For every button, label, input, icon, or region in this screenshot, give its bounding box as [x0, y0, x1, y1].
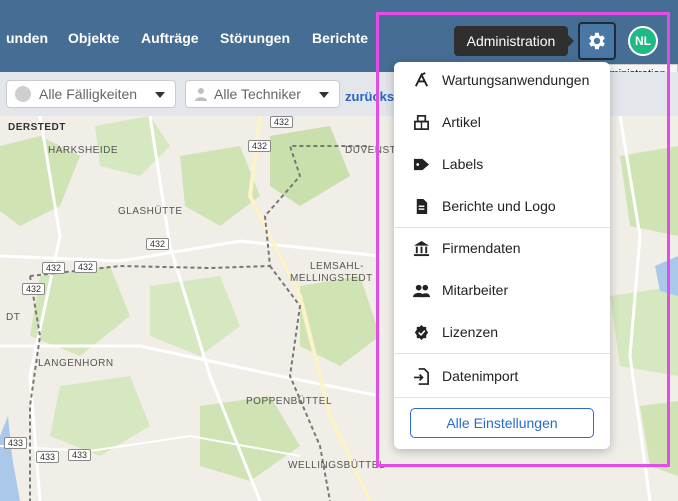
menu-divider	[394, 227, 610, 228]
place-label: DERSTEDT	[8, 122, 66, 133]
maintenance-icon	[412, 71, 430, 89]
badge-icon	[412, 323, 430, 341]
menu-item-mitarbeiter[interactable]: Mitarbeiter	[394, 272, 610, 308]
menu-item-label: Lizenzen	[442, 324, 499, 340]
nav-item-auftraege[interactable]: Aufträge	[141, 30, 199, 46]
all-settings-button[interactable]: Alle Einstellungen	[410, 408, 594, 438]
menu-item-artikel[interactable]: Artikel	[394, 104, 610, 140]
nav-item-berichte[interactable]: Berichte	[312, 30, 368, 46]
menu-item-lizenzen[interactable]: Lizenzen	[394, 314, 610, 350]
place-label: LANGENHORN	[38, 358, 114, 369]
menu-item-wartungsanwendungen[interactable]: Wartungsanwendungen	[394, 62, 610, 98]
menu-divider	[394, 353, 610, 354]
menu-item-label: Berichte und Logo	[442, 198, 556, 214]
chevron-down-icon	[319, 92, 329, 98]
menu-item-firmendaten[interactable]: Firmendaten	[394, 230, 610, 266]
menu-item-datenimport[interactable]: Datenimport	[394, 358, 610, 394]
menu-item-label: Wartungsanwendungen	[442, 72, 590, 88]
document-icon	[412, 197, 430, 215]
menu-item-label: Firmendaten	[442, 240, 521, 256]
road-sign: 432	[22, 283, 46, 295]
users-icon	[412, 281, 430, 299]
road-sign: 433	[68, 449, 92, 461]
road-sign: 432	[74, 261, 98, 273]
nav-item-objekte[interactable]: Objekte	[68, 30, 119, 46]
nav-item-stoerungen[interactable]: Störungen	[220, 30, 290, 46]
person-icon	[195, 88, 207, 101]
place-label: MELLINGSTEDT	[290, 273, 373, 284]
place-label: GLASHÜTTE	[118, 206, 183, 217]
due-filter-select[interactable]: Alle Fälligkeiten	[6, 80, 176, 108]
menu-item-label: Datenimport	[442, 368, 519, 384]
administration-menu: Wartungsanwendungen Artikel Labels Beric…	[394, 62, 610, 449]
road-sign: 433	[36, 451, 60, 463]
place-label: DT	[6, 312, 21, 323]
menu-item-berichte-und-logo[interactable]: Berichte und Logo	[394, 188, 610, 224]
place-label: POPPENBÜTTEL	[246, 396, 333, 407]
road-sign: 432	[270, 116, 294, 128]
menu-item-label: Artikel	[442, 114, 481, 130]
due-filter-value: Alle Fälligkeiten	[39, 86, 138, 102]
menu-item-label: Mitarbeiter	[442, 282, 509, 298]
place-label: WELLINGSBÜTTEL	[288, 460, 386, 471]
technician-filter-value: Alle Techniker	[214, 86, 301, 102]
road-sign: 432	[146, 238, 170, 250]
menu-item-label: Labels	[442, 156, 484, 172]
status-dot-icon	[15, 86, 31, 102]
nav-item-kunden[interactable]: unden	[6, 30, 48, 46]
place-label: LEMSAHL-	[310, 261, 365, 272]
road-sign: 432	[248, 140, 272, 152]
building-icon	[412, 239, 430, 257]
menu-item-labels[interactable]: Labels	[394, 146, 610, 182]
road-sign: 433	[4, 437, 28, 449]
import-icon	[412, 367, 430, 385]
technician-filter-select[interactable]: Alle Techniker	[185, 80, 340, 108]
chevron-down-icon	[155, 92, 165, 98]
place-label: HARKSHEIDE	[48, 145, 119, 156]
tag-icon	[412, 155, 430, 173]
article-icon	[412, 113, 430, 131]
menu-divider	[394, 397, 610, 398]
road-sign: 432	[42, 262, 66, 274]
